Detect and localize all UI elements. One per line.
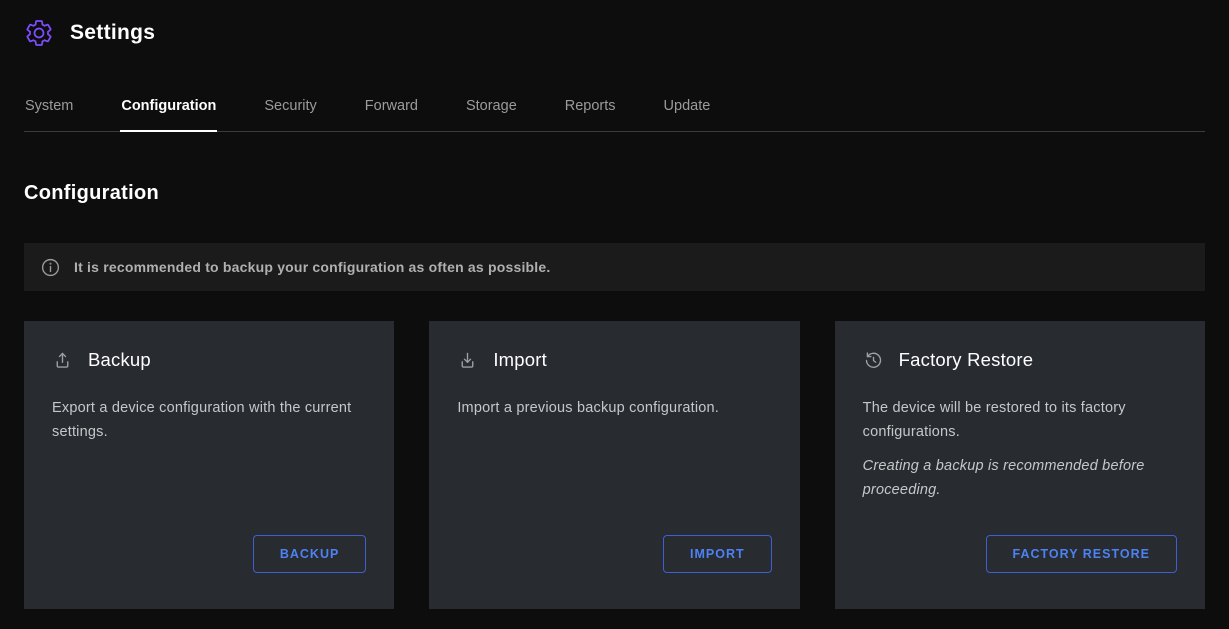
backup-card-actions: BACKUP	[52, 535, 366, 573]
page-title: Configuration	[24, 182, 1205, 205]
settings-page: Settings System Configuration Security F…	[0, 0, 1229, 629]
import-card: Import Import a previous backup configur…	[429, 321, 799, 609]
info-icon	[40, 257, 61, 278]
card-row: Backup Export a device configuration wit…	[24, 321, 1205, 609]
backup-card: Backup Export a device configuration wit…	[24, 321, 394, 609]
factory-restore-icon	[863, 350, 884, 371]
import-button[interactable]: IMPORT	[663, 535, 772, 573]
tab-system[interactable]: System	[24, 94, 74, 131]
backup-button[interactable]: BACKUP	[253, 535, 366, 573]
factory-restore-button[interactable]: FACTORY RESTORE	[986, 535, 1177, 573]
backup-upload-icon	[52, 350, 73, 371]
import-card-title: Import	[493, 349, 547, 371]
info-banner: It is recommended to backup your configu…	[24, 243, 1205, 291]
tab-bar: System Configuration Security Forward St…	[24, 94, 1205, 132]
import-card-description: Import a previous backup configuration.	[457, 397, 771, 421]
factory-restore-card-note: Creating a backup is recommended before …	[863, 455, 1177, 503]
tab-configuration[interactable]: Configuration	[120, 94, 217, 131]
backup-card-header: Backup	[52, 349, 366, 371]
tab-forward[interactable]: Forward	[364, 94, 419, 131]
factory-restore-card-title: Factory Restore	[899, 349, 1034, 371]
app-title: Settings	[70, 21, 155, 45]
tab-security[interactable]: Security	[263, 94, 317, 131]
factory-restore-card-actions: FACTORY RESTORE	[863, 535, 1177, 573]
backup-card-title: Backup	[88, 349, 151, 371]
import-download-icon	[457, 350, 478, 371]
factory-restore-card-header: Factory Restore	[863, 349, 1177, 371]
factory-restore-card-description: The device will be restored to its facto…	[863, 397, 1177, 445]
tab-storage[interactable]: Storage	[465, 94, 518, 131]
tab-update[interactable]: Update	[663, 94, 712, 131]
factory-restore-card: Factory Restore The device will be resto…	[835, 321, 1205, 609]
backup-card-description: Export a device configuration with the c…	[52, 397, 366, 445]
settings-gear-icon	[24, 18, 54, 48]
import-card-actions: IMPORT	[457, 535, 771, 573]
tab-reports[interactable]: Reports	[564, 94, 617, 131]
import-card-header: Import	[457, 349, 771, 371]
info-banner-text: It is recommended to backup your configu…	[74, 259, 550, 275]
header: Settings	[24, 16, 1205, 50]
